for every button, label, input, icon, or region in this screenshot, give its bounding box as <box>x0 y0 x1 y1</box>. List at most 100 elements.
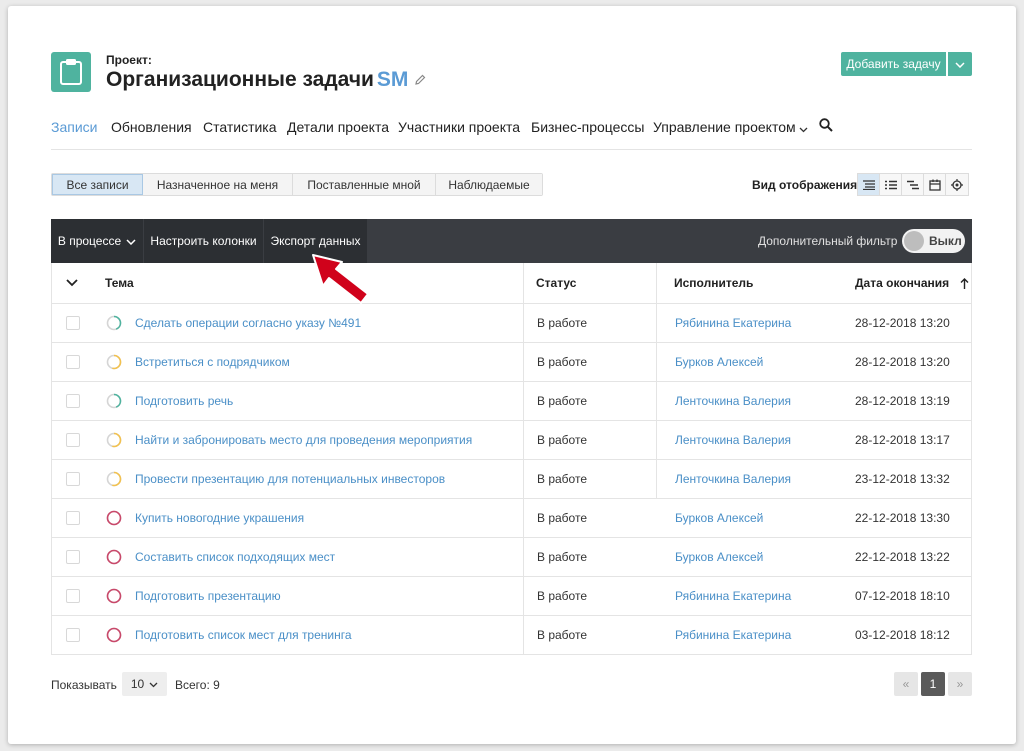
column-divider <box>656 460 657 498</box>
extra-filter-toggle[interactable]: Выкл <box>902 229 965 253</box>
row-checkbox[interactable] <box>66 472 80 486</box>
add-task-button[interactable]: Добавить задачу <box>841 52 946 76</box>
column-topic[interactable]: Тема <box>105 263 134 303</box>
filter-watched[interactable]: Наблюдаемые <box>436 174 542 195</box>
status-dropdown[interactable]: В процессе <box>51 219 143 263</box>
view-list-icon[interactable] <box>880 174 902 195</box>
assignee-link[interactable]: Рябинина Екатерина <box>675 616 791 654</box>
add-task-dropdown[interactable] <box>948 52 972 76</box>
assignee-link[interactable]: Ленточкина Валерия <box>675 421 791 459</box>
clipboard-icon <box>51 52 91 92</box>
row-checkbox[interactable] <box>66 394 80 408</box>
row-checkbox[interactable] <box>66 355 80 369</box>
column-divider <box>523 263 524 303</box>
assignee-link[interactable]: Бурков Алексей <box>675 343 763 381</box>
row-checkbox[interactable] <box>66 628 80 642</box>
tab-project-management[interactable]: Управление проектом <box>653 119 808 136</box>
task-title-link[interactable]: Подготовить список мест для тренинга <box>135 616 352 654</box>
project-abbr: SM <box>376 68 409 91</box>
due-date: 03-12-2018 18:12 <box>855 628 950 642</box>
column-assignee[interactable]: Исполнитель <box>674 263 753 303</box>
task-status: В работе <box>537 472 588 486</box>
tab-project-management-label: Управление проектом <box>653 119 796 135</box>
page-size-select[interactable]: 10 <box>122 672 167 696</box>
assignee-link[interactable]: Бурков Алексей <box>675 538 763 576</box>
view-table-icon[interactable] <box>858 174 880 195</box>
task-status: В работе <box>537 394 588 408</box>
table-row[interactable]: Купить новогодние украшения В работе Бурко… <box>52 499 971 538</box>
select-all-chevron-icon[interactable] <box>66 263 78 303</box>
tab-project-members[interactable]: Участники проекта <box>398 119 520 135</box>
table-row[interactable]: Подготовить презентацию В работе Рябинина … <box>52 577 971 616</box>
progress-ring-icon <box>106 393 122 409</box>
task-title-link[interactable]: Подготовить презентацию <box>135 577 281 615</box>
progress-ring-icon <box>106 354 122 370</box>
due-date: 28-12-2018 13:17 <box>855 433 950 447</box>
view-calendar-icon[interactable] <box>924 174 946 195</box>
table-row[interactable]: Подготовить речь В работе Ленточкина Валер… <box>52 382 971 421</box>
export-data-button[interactable]: Экспорт данных <box>264 219 367 263</box>
tab-updates[interactable]: Обновления <box>111 119 192 135</box>
task-title-link[interactable]: Составить список подходящих мест <box>135 538 335 576</box>
sort-arrow-up-icon[interactable] <box>960 263 969 303</box>
page-button-current[interactable]: 1 <box>921 672 945 696</box>
tab-statistics[interactable]: Статистика <box>203 119 277 135</box>
row-checkbox[interactable] <box>66 550 80 564</box>
filter-assigned-to-me[interactable]: Назначенное на меня <box>143 174 293 195</box>
assignee-link[interactable]: Ленточкина Валерия <box>675 460 791 498</box>
filter-all-records[interactable]: Все записи <box>52 174 143 195</box>
tab-project-details[interactable]: Детали проекта <box>287 119 389 135</box>
table-body: Сделать операции согласно указу №491 В ра… <box>52 304 971 655</box>
chevron-down-icon <box>955 55 965 73</box>
pencil-icon[interactable] <box>414 68 426 92</box>
assignee-link[interactable]: Рябинина Екатерина <box>675 304 791 342</box>
task-status: В работе <box>537 589 588 603</box>
task-title-link[interactable]: Провести презентацию для потенциальных и… <box>135 460 445 498</box>
task-title-link[interactable]: Встретиться с подрядчиком <box>135 343 290 381</box>
task-title-link[interactable]: Сделать операции согласно указу №491 <box>135 304 361 342</box>
row-checkbox[interactable] <box>66 511 80 525</box>
search-icon[interactable] <box>819 118 833 137</box>
next-page-icon[interactable]: » <box>948 672 972 696</box>
assignee-link[interactable]: Бурков Алексей <box>675 499 763 537</box>
progress-ring-icon <box>106 627 122 643</box>
column-due-date[interactable]: Дата окончания <box>855 263 949 303</box>
extra-filter-label: Дополнительный фильтр <box>758 234 898 248</box>
assignee-link[interactable]: Рябинина Екатерина <box>675 577 791 615</box>
column-status[interactable]: Статус <box>536 263 576 303</box>
table-row[interactable]: Встретиться с подрядчиком В работе Бурков … <box>52 343 971 382</box>
assignee-link[interactable]: Ленточкина Валерия <box>675 382 791 420</box>
table-row[interactable]: Провести презентацию для потенциальных и… <box>52 460 971 499</box>
configure-columns-button[interactable]: Настроить колонки <box>144 219 263 263</box>
tab-business-processes[interactable]: Бизнес-процессы <box>531 119 644 135</box>
table-row[interactable]: Сделать операции согласно указу №491 В ра… <box>52 304 971 343</box>
progress-ring-icon <box>106 432 122 448</box>
prev-page-icon[interactable]: « <box>894 672 918 696</box>
task-status: В работе <box>537 628 588 642</box>
column-divider <box>656 382 657 420</box>
total-count: Всего: 9 <box>175 678 220 692</box>
column-divider <box>523 343 524 381</box>
project-title: Организационные задачи <box>106 68 374 91</box>
page-size-value: 10 <box>130 677 145 691</box>
table-row[interactable]: Составить список подходящих мест В работе… <box>52 538 971 577</box>
progress-ring-icon <box>106 315 122 331</box>
task-status: В работе <box>537 433 588 447</box>
tab-records[interactable]: Записи <box>51 119 97 135</box>
view-mindmap-icon[interactable] <box>946 174 968 195</box>
progress-ring-icon <box>106 510 122 526</box>
table-row[interactable]: Найти и забронировать место для проведен… <box>52 421 971 460</box>
view-gantt-icon[interactable] <box>902 174 924 195</box>
task-title-link[interactable]: Купить новогодние украшения <box>135 499 304 537</box>
chevron-down-icon <box>126 234 136 248</box>
row-checkbox[interactable] <box>66 589 80 603</box>
filter-created-by-me[interactable]: Поставленные мной <box>293 174 436 195</box>
column-divider <box>656 421 657 459</box>
task-title-link[interactable]: Подготовить речь <box>135 382 233 420</box>
task-title-link[interactable]: Найти и забронировать место для проведен… <box>135 421 472 459</box>
row-checkbox[interactable] <box>66 316 80 330</box>
row-checkbox[interactable] <box>66 433 80 447</box>
table-row[interactable]: Подготовить список мест для тренинга В ра… <box>52 616 971 655</box>
filter-tabs: Все записи Назначенное на меня Поставлен… <box>51 173 543 196</box>
due-date: 28-12-2018 13:20 <box>855 316 950 330</box>
